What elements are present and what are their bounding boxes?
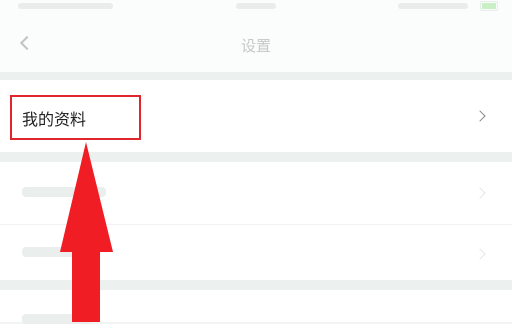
red-up-arrow bbox=[60, 142, 113, 322]
